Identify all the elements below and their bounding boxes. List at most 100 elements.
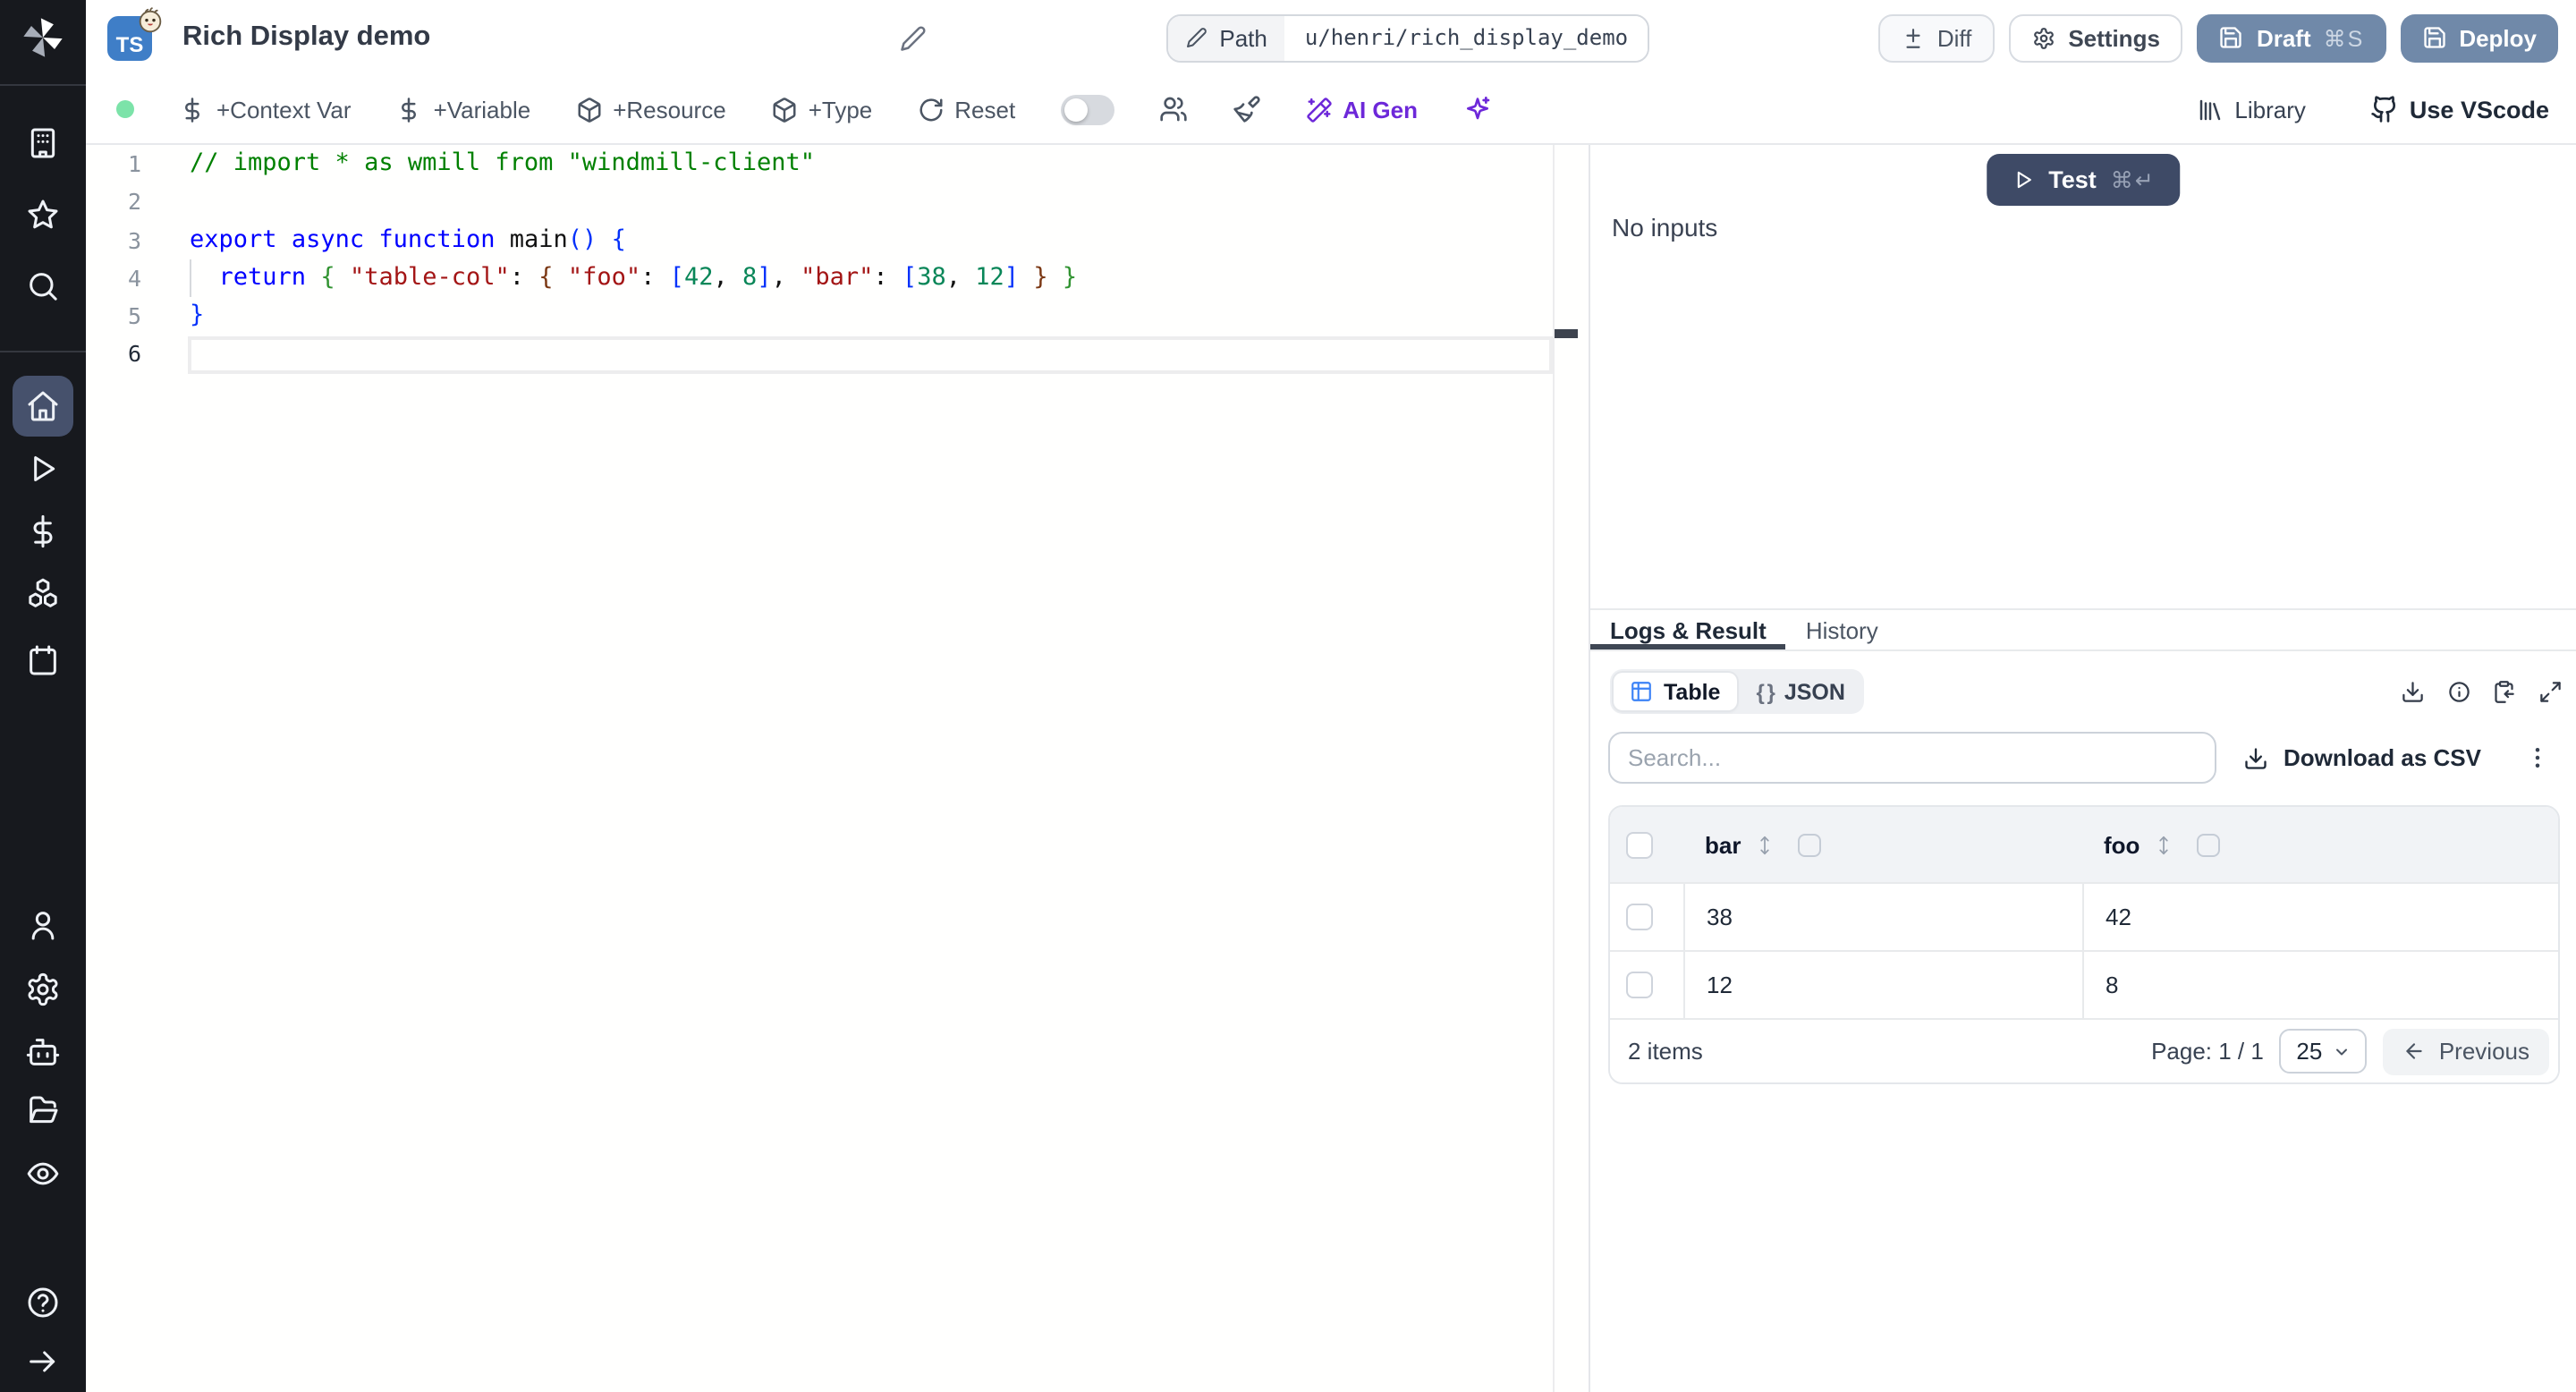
windmill-logo-icon[interactable] <box>20 14 66 61</box>
info-icon[interactable] <box>2446 680 2470 704</box>
refresh-icon <box>919 98 942 121</box>
code-line-2[interactable]: 2 <box>86 183 1589 222</box>
language-label: TS <box>115 31 144 56</box>
view-toggle: Table { } JSON <box>1610 669 1865 714</box>
sidebar-item-eye-icon[interactable] <box>25 1156 61 1192</box>
line-number: 2 <box>127 188 141 216</box>
sidebar-item-settings-icon[interactable] <box>25 972 61 1007</box>
view-toggle-table[interactable]: Table <box>1614 673 1737 710</box>
no-inputs-label: No inputs <box>1612 213 1718 242</box>
add-resource-button[interactable]: +Resource <box>575 96 726 123</box>
code-editor[interactable]: 1 // import * as wmill from "windmill-cli… <box>86 145 1589 1392</box>
windmill-app: TS Rich Display demo Path u/henri/rich_d… <box>0 0 2576 1392</box>
result-panel-body: Table { } JSON Search... Download as CSV… <box>1590 651 2576 1392</box>
previous-page-button[interactable]: Previous <box>2383 1028 2549 1074</box>
sort-icon[interactable] <box>1753 833 1776 856</box>
code-line-6[interactable]: 6 <box>86 335 1589 374</box>
add-variable-button[interactable]: +Variable <box>396 96 530 123</box>
sidebar <box>0 0 86 1392</box>
download-icon[interactable] <box>2401 680 2425 704</box>
tab-history[interactable]: History <box>1786 610 1898 649</box>
view-toggle-json[interactable]: { } JSON <box>1740 673 1860 710</box>
top-bar: TS Rich Display demo Path u/henri/rich_d… <box>86 0 2576 75</box>
play-icon <box>2016 171 2030 189</box>
line-number: 5 <box>127 302 141 330</box>
sidebar-item-search-icon[interactable] <box>25 268 61 304</box>
sidebar-item-bot-icon[interactable] <box>25 1034 61 1070</box>
sidebar-item-help-icon[interactable] <box>25 1285 61 1320</box>
package-icon <box>773 97 796 122</box>
sidebar-item-arrow-right-icon[interactable] <box>25 1344 61 1379</box>
topbar-actions: Diff Settings Draft ⌘S Deploy <box>1877 13 2558 62</box>
draft-shortcut: ⌘S <box>2323 26 2365 51</box>
clipboard-copy-icon[interactable] <box>2492 680 2516 704</box>
draft-button[interactable]: Draft ⌘S <box>2197 13 2386 62</box>
sidebar-item-star-icon[interactable] <box>25 197 61 233</box>
sidebar-item-dollar-icon[interactable] <box>25 514 61 549</box>
use-vscode-button[interactable]: Use VScode <box>2370 95 2549 123</box>
path-value: u/henri/rich_display_demo <box>1284 15 1648 60</box>
code-text: return { "table-col": { "foo": [42, 8], … <box>218 262 1078 292</box>
package-icon <box>577 97 600 122</box>
tab-logs-result[interactable]: Logs & Result <box>1590 610 1786 649</box>
column-header-foo[interactable]: foo <box>2082 831 2558 858</box>
row-checkbox[interactable] <box>1626 972 1653 998</box>
sidebar-item-calendar-icon[interactable] <box>25 642 61 678</box>
sparkles-icon[interactable] <box>1462 95 1491 123</box>
line-number: 3 <box>127 226 141 254</box>
expand-icon[interactable] <box>2538 680 2562 704</box>
sidebar-item-folder-open-icon[interactable] <box>25 1093 61 1129</box>
kebab-menu-icon[interactable] <box>2524 744 2551 771</box>
path-button[interactable]: Path u/henri/rich_display_demo <box>1165 13 1650 62</box>
sidebar-item-boxes-icon[interactable] <box>25 576 61 612</box>
row-checkbox[interactable] <box>1626 904 1653 930</box>
table-cell: 42 <box>2082 884 2558 950</box>
save-icon <box>2221 27 2242 48</box>
settings-button[interactable]: Settings <box>2009 13 2183 62</box>
column-header-bar[interactable]: bar <box>1683 831 2082 858</box>
sidebar-divider <box>0 84 86 86</box>
code-line-3[interactable]: 3 export async function main() { <box>86 221 1589 259</box>
path-label-segment: Path <box>1167 15 1285 60</box>
typescript-badge: TS <box>107 6 162 60</box>
edit-title-pencil-icon[interactable] <box>899 24 926 51</box>
users-icon[interactable] <box>1158 95 1187 123</box>
download-csv-button[interactable]: Download as CSV <box>2244 744 2481 771</box>
diff-button[interactable]: Diff <box>1877 13 1996 62</box>
column-filter-checkbox[interactable] <box>2197 833 2221 856</box>
column-filter-checkbox[interactable] <box>1798 833 1822 856</box>
ai-gen-button[interactable]: AI Gen <box>1305 96 1418 123</box>
deploy-button[interactable]: Deploy <box>2400 13 2558 62</box>
library-button[interactable]: Library <box>2197 96 2306 123</box>
add-type-button[interactable]: +Type <box>771 96 872 123</box>
sort-icon[interactable] <box>2152 833 2175 856</box>
sidebar-item-user-icon[interactable] <box>25 907 61 943</box>
code-text: // import * as wmill from "windmill-clie… <box>190 149 815 177</box>
test-run-button[interactable]: Test ⌘↵ <box>1986 154 2181 206</box>
select-all-checkbox[interactable] <box>1626 831 1653 858</box>
diff-icon <box>1906 28 1920 47</box>
sidebar-item-play-icon[interactable] <box>25 451 61 487</box>
run-area: Test ⌘↵ No inputs <box>1590 145 2576 608</box>
code-line-5[interactable]: 5} <box>86 297 1589 335</box>
code-lines: 1 // import * as wmill from "windmill-cli… <box>86 145 1589 374</box>
main-area: TS Rich Display demo Path u/henri/rich_d… <box>86 0 2576 1392</box>
code-line-4[interactable]: 4 return { "table-col": { "foo": [42, 8]… <box>86 259 1589 298</box>
sidebar-item-home-icon[interactable] <box>25 388 61 424</box>
search-input[interactable] <box>1608 732 2216 784</box>
add-context-var-button[interactable]: +Context Var <box>179 96 352 123</box>
sidebar-item-building-icon[interactable] <box>25 125 61 161</box>
column-label: foo <box>2104 831 2140 858</box>
right-panel: Test ⌘↵ No inputs Logs & Result History <box>1590 145 2576 1392</box>
table-cell: 12 <box>1683 952 2082 1018</box>
reset-button[interactable]: Reset <box>917 96 1015 123</box>
page-size-select[interactable]: 25 <box>2279 1029 2368 1074</box>
paintbrush-format-icon[interactable] <box>1232 95 1260 123</box>
code-text: } <box>190 301 205 330</box>
code-line-1[interactable]: 1 // import * as wmill from "windmill-cli… <box>86 145 1589 183</box>
code-text: export async function main() { <box>190 225 626 254</box>
sidebar-divider <box>0 351 86 352</box>
multiplayer-toggle[interactable] <box>1060 94 1114 124</box>
dollar-icon <box>185 97 199 122</box>
